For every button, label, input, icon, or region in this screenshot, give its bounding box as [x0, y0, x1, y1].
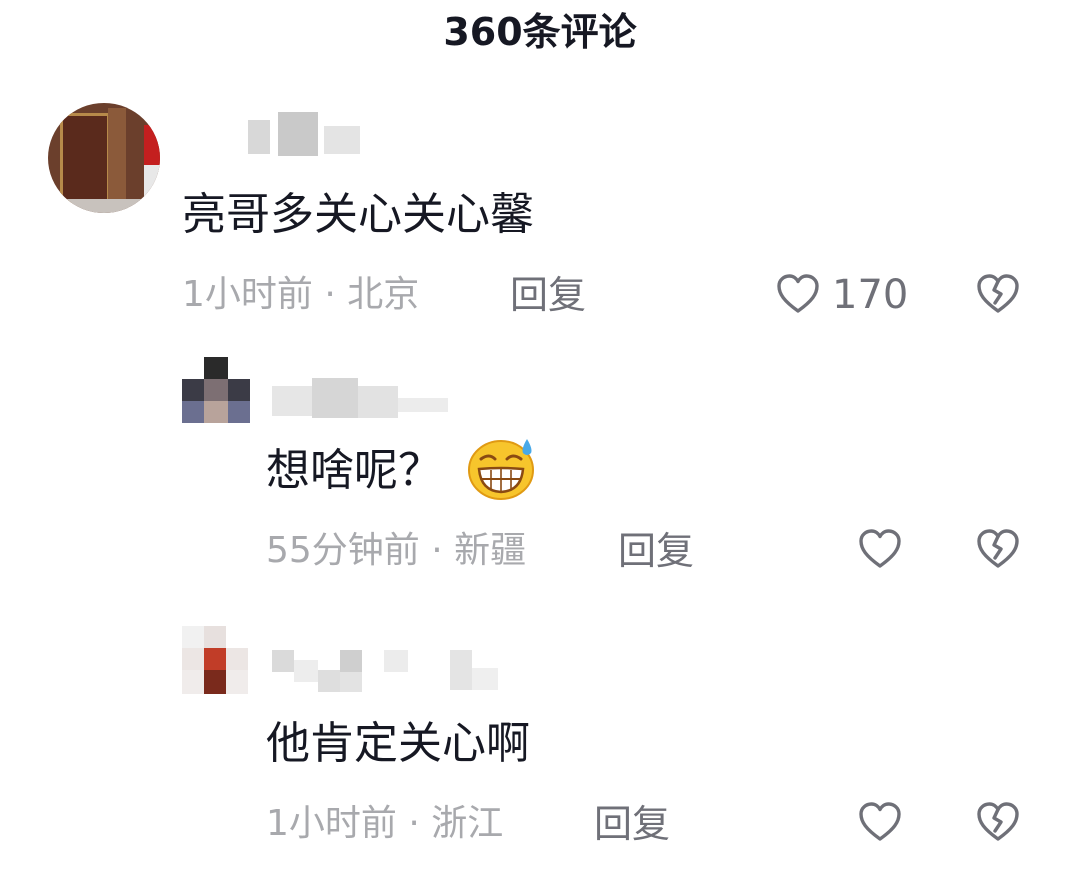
comment-meta: 1小时前 · 浙江: [266, 802, 503, 846]
broken-heart-icon[interactable]: [974, 270, 1022, 318]
comment-text: 亮哥多关心关心馨: [182, 189, 534, 240]
meta-separator: ·: [324, 274, 336, 315]
reply-button[interactable]: 回复: [618, 529, 694, 573]
avatar[interactable]: [48, 103, 160, 213]
like-count: 170: [832, 272, 909, 318]
username-blurred[interactable]: [248, 112, 368, 156]
avatar[interactable]: [182, 357, 250, 423]
comment-text: 他肯定关心啊: [266, 718, 530, 769]
comment-meta: 55分钟前 · 新疆: [266, 529, 526, 573]
comment-location: 浙江: [431, 803, 504, 844]
meta-separator: ·: [408, 803, 420, 844]
comment-location: 北京: [347, 274, 420, 315]
comment-text: 想啥呢？: [266, 445, 442, 496]
reply-button[interactable]: 回复: [510, 273, 586, 317]
grinning-sweat-emoji: [468, 439, 534, 500]
username-blurred[interactable]: [272, 646, 502, 692]
comment-meta: 1小时前 · 北京: [182, 273, 419, 317]
comment-location: 新疆: [454, 530, 527, 571]
broken-heart-icon[interactable]: [974, 525, 1022, 573]
comment-time: 1小时前: [182, 274, 313, 315]
reply-button[interactable]: 回复: [594, 802, 670, 846]
avatar[interactable]: [182, 626, 250, 694]
meta-separator: ·: [431, 530, 443, 571]
heart-outline-icon[interactable]: [774, 270, 822, 318]
comments-count-title: 360条评论: [443, 10, 637, 54]
username-blurred[interactable]: [272, 378, 452, 422]
heart-outline-icon[interactable]: [856, 525, 904, 573]
comment-time: 55分钟前: [266, 530, 420, 571]
broken-heart-icon[interactable]: [974, 798, 1022, 846]
heart-outline-icon[interactable]: [856, 798, 904, 846]
comment-time: 1小时前: [266, 803, 397, 844]
